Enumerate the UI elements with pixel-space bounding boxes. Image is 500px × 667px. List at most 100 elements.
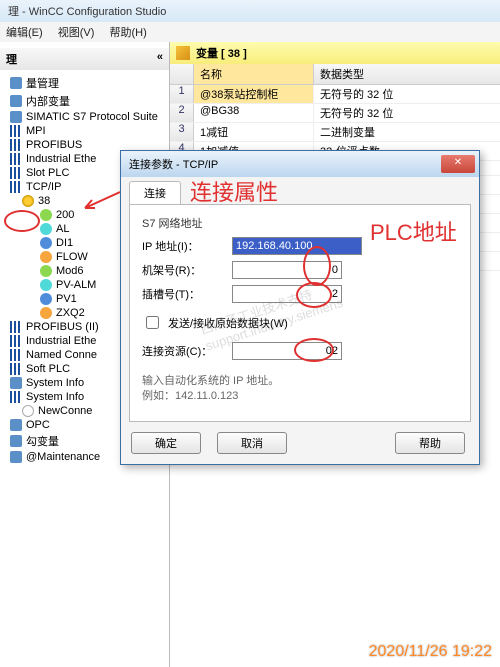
tree-item-label: FLOW [56,251,88,263]
cell-type: 无符号的 32 位 [314,85,500,103]
rack-label: 机架号(R)： [142,262,232,278]
cell-name: @BG38 [194,104,314,122]
raw-label: 发送/接收原始数据块(W) [168,315,288,331]
tree-item-label: 200 [56,209,74,221]
tree-item[interactable]: 内部变量 [0,92,169,110]
ip-field[interactable] [232,237,362,255]
timestamp-overlay: 2020/11/26 19:22 [369,643,492,661]
tree-node-icon [10,111,22,123]
res-field[interactable] [232,342,342,360]
tree-node-icon [10,335,22,347]
tree-item-label: NewConne [38,405,92,417]
res-label: 连接资源(C)： [142,343,232,359]
tree-item-label: SIMATIC S7 Protocol Suite [26,111,158,123]
tree-node-icon [10,435,22,447]
menu-help[interactable]: 帮助(H) [109,27,146,39]
hint-line1: 输入自动化系统的 IP 地址。 [142,374,458,389]
tree-item-label: 勾变量 [26,433,59,449]
tree-node-icon [40,279,52,291]
slot-label: 插槽号(T)： [142,286,232,302]
tree-node-icon [10,125,22,137]
tree-node-icon [40,265,52,277]
tree-item-label: Soft PLC [26,363,70,375]
group-label: S7 网络地址 [142,215,458,231]
left-header-title: 理 [6,51,17,67]
rack-field[interactable] [232,261,342,279]
tree-item-label: ZXQ2 [56,307,85,319]
help-button[interactable]: 帮助 [395,432,465,454]
slot-field[interactable] [232,285,342,303]
tree-node-icon [10,377,22,389]
row-index: 3 [170,123,194,141]
tree-item-label: System Info [26,391,84,403]
menu-edit[interactable]: 编辑(E) [6,27,43,39]
tree-node-icon [40,307,52,319]
connection-dialog: 连接参数 - TCP/IP ✕ 连接 S7 网络地址 IP 地址(I)： 机架号… [120,150,480,465]
tree-node-icon [10,363,22,375]
tree-item-label: 内部变量 [26,93,70,109]
tree-item-label: System Info [26,377,84,389]
tree-node-icon [22,195,34,207]
col-name[interactable]: 名称 [194,64,314,84]
tree-node-icon [40,223,52,235]
cell-name: @38泵站控制柜 [194,85,314,103]
cell-type: 无符号的 32 位 [314,104,500,122]
ip-label: IP 地址(I)： [142,238,232,254]
tree-item-label: PV1 [56,293,77,305]
tree-item-label: PROFIBUS [26,139,82,151]
tree-item[interactable]: MPI [0,124,169,138]
tree-node-icon [10,95,22,107]
cube-icon [176,46,190,60]
table-row[interactable]: 2@BG38无符号的 32 位 [170,104,500,123]
tree-node-icon [10,181,22,193]
tree-node-icon [40,209,52,221]
tree-node-icon [22,405,34,417]
cancel-button[interactable]: 取消 [217,432,287,454]
tab-connection[interactable]: 连接 [129,181,181,204]
col-type[interactable]: 数据类型 [314,64,500,84]
close-icon[interactable]: ✕ [441,155,475,173]
tree-item-label: DI1 [56,237,73,249]
tree-node-icon [10,391,22,403]
tree-node-icon [10,153,22,165]
tree-item[interactable]: SIMATIC S7 Protocol Suite [0,110,169,124]
table-row[interactable]: 1@38泵站控制柜无符号的 32 位 [170,85,500,104]
table-row[interactable]: 31减钮二进制变量 [170,123,500,142]
tree-item-label: Industrial Ethe [26,335,96,347]
tree-item[interactable]: 量管理 [0,74,169,92]
menu-view[interactable]: 视图(V) [58,27,95,39]
row-index: 2 [170,104,194,122]
tree-item-label: OPC [26,419,50,431]
cell-name: 1减钮 [194,123,314,141]
tree-node-icon [40,293,52,305]
dialog-title: 连接参数 - TCP/IP [129,156,218,172]
collapse-icon[interactable]: « [157,51,163,67]
ok-button[interactable]: 确定 [131,432,201,454]
variables-header: 变量 [ 38 ] [196,45,247,61]
tree-node-icon [10,451,22,463]
tree-item-label: PV-ALM [56,279,96,291]
tree-node-icon [10,77,22,89]
tree-item-label: @Maintenance [26,451,100,463]
tree-item-label: 38 [38,195,50,207]
tree-item-label: Mod6 [56,265,84,277]
tree-item-label: TCP/IP [26,181,61,193]
tree-node-icon [10,139,22,151]
tree-node-icon [40,237,52,249]
hint-line2: 例如：142.11.0.123 [142,389,458,404]
tree-item-label: Slot PLC [26,167,69,179]
tree-node-icon [10,167,22,179]
cell-type: 二进制变量 [314,123,500,141]
raw-checkbox[interactable] [146,316,159,329]
tree-item-label: Industrial Ethe [26,153,96,165]
tree-node-icon [10,349,22,361]
menu-bar: 编辑(E) 视图(V) 帮助(H) [0,22,500,42]
tree-item-label: AL [56,223,69,235]
tree-node-icon [40,251,52,263]
tree-item-label: 量管理 [26,75,59,91]
tree-item-label: Named Conne [26,349,97,361]
tree-item-label: PROFIBUS (II) [26,321,99,333]
row-index: 1 [170,85,194,103]
tree-node-icon [10,321,22,333]
tree-node-icon [10,419,22,431]
